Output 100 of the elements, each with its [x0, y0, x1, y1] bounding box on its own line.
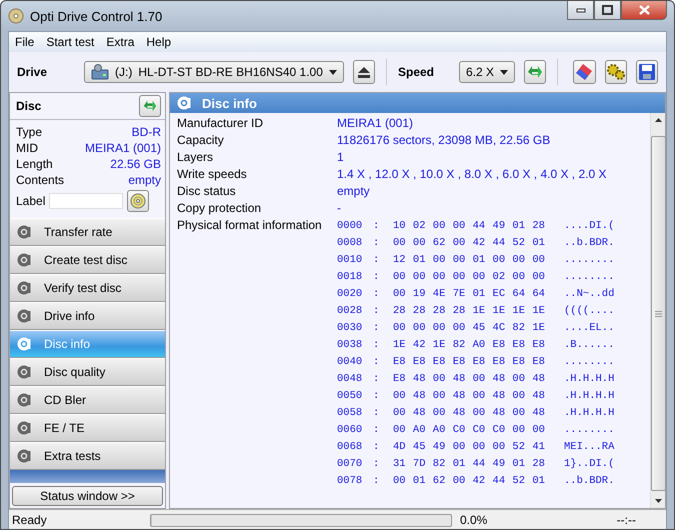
menu-item[interactable]: File	[9, 35, 40, 49]
field-label: Disc status	[177, 183, 237, 200]
hex-bytes: 00 00 00 00 00 02 00 00	[393, 270, 546, 282]
field-label: MID	[16, 141, 38, 155]
disc-icon	[16, 280, 32, 296]
hex-ascii: ........	[564, 270, 614, 282]
hex-ascii: 1}..DI.(	[564, 458, 614, 470]
save-button[interactable]	[636, 60, 658, 84]
hex-offset: 0028	[337, 304, 364, 316]
window-title: Opti Drive Control 1.70	[30, 8, 162, 24]
field-label: Copy protection	[177, 200, 262, 217]
gears-button[interactable]	[604, 60, 627, 84]
nav-button[interactable]: FE / TE	[10, 414, 165, 442]
hex-offset: 0070	[337, 458, 364, 470]
hex-ascii: .H.H.H.H	[564, 390, 614, 402]
disc-icon	[16, 448, 32, 464]
nav-button[interactable]: CD Bler	[10, 386, 165, 414]
hex-separator: :	[373, 372, 380, 384]
disc-icon	[176, 95, 192, 111]
nav-button[interactable]: Transfer rate	[10, 218, 165, 246]
field-label: Physical format information	[177, 217, 323, 234]
minimize-icon	[576, 7, 586, 13]
menu-item[interactable]: Extra	[100, 35, 140, 49]
hex-bytes: 00 48 00 48 00 48 00 48	[393, 390, 546, 402]
hex-offset: 0008	[337, 236, 364, 248]
hex-ascii: .B......	[564, 338, 614, 350]
status-window-button[interactable]: Status window >>	[12, 486, 163, 506]
nav-button[interactable]: Drive info	[10, 302, 165, 330]
disc-icon	[16, 252, 32, 268]
hex-bytes: 12 01 00 00 01 00 00 00	[393, 254, 546, 266]
hex-bytes: 4D 45 49 00 00 00 52 41	[393, 440, 546, 452]
field-value: 22.56 GB	[110, 157, 161, 171]
scrollbar-thumb[interactable]	[650, 136, 666, 491]
nav-button[interactable]: Create test disc	[10, 246, 165, 274]
label-input[interactable]	[49, 193, 124, 209]
refresh-button[interactable]	[139, 95, 161, 117]
hex-separator: :	[373, 254, 380, 266]
field-label: Layers	[177, 149, 214, 166]
eject-button[interactable]	[352, 60, 376, 84]
hex-offset: 0018	[337, 270, 364, 282]
hex-separator: :	[373, 458, 380, 470]
menu-item[interactable]: Start test	[40, 35, 100, 49]
hex-ascii: .H.H.H.H	[564, 406, 614, 418]
hex-bytes: 28 28 28 28 1E 1E 1E 1E	[393, 304, 546, 316]
disc-icon	[16, 364, 32, 380]
hex-separator: :	[373, 406, 380, 418]
hex-offset: 0078	[337, 474, 364, 486]
field-label: Type	[16, 125, 42, 139]
field-label: Manufacturer ID	[177, 115, 264, 132]
disc-button[interactable]	[127, 190, 150, 212]
drive-icon	[91, 64, 110, 80]
disc-icon	[16, 308, 32, 324]
maximize-icon	[602, 5, 613, 15]
gears-icon	[606, 63, 626, 81]
hex-offset: 0048	[337, 372, 364, 384]
disc-icon	[16, 224, 32, 240]
hex-separator: :	[373, 440, 380, 452]
hex-bytes: 00 48 00 48 00 48 00 48	[393, 406, 546, 418]
panel-title: Disc	[16, 99, 42, 113]
field-label: Length	[16, 157, 53, 171]
hex-offset: 0060	[337, 424, 364, 436]
hex-ascii: ..b.BDR.	[564, 474, 614, 486]
hex-bytes: 00 01 62 00 42 44 52 01	[393, 474, 546, 486]
hex-bytes: E8 E8 E8 E8 E8 E8 E8 E8	[393, 356, 546, 368]
eraser-button[interactable]	[573, 60, 596, 84]
field-value: empty	[128, 173, 161, 187]
hex-offset: 0010	[337, 254, 364, 266]
scrollbar[interactable]	[650, 113, 665, 508]
progress-percent: 0.0%	[460, 513, 488, 527]
drive-dropdown[interactable]: (J:) HL-DT-ST BD-RE BH16NS40 1.00	[84, 61, 344, 83]
maximize-button[interactable]	[594, 1, 621, 20]
hex-separator: :	[373, 288, 380, 300]
hex-separator: :	[373, 356, 380, 368]
hex-ascii: ....EL..	[564, 322, 614, 334]
field-label: Label	[16, 194, 46, 208]
hex-separator: :	[373, 474, 380, 486]
close-button[interactable]	[621, 1, 667, 20]
hex-bytes: 00 00 62 00 42 44 52 01	[393, 236, 546, 248]
nav-button[interactable]: Extra tests	[10, 442, 165, 470]
hex-offset: 0000	[337, 220, 364, 232]
disc-icon	[16, 336, 32, 352]
hex-separator: :	[373, 236, 380, 248]
nav-button[interactable]: Verify test disc	[10, 274, 165, 302]
speed-label: Speed	[398, 65, 434, 79]
speed-dropdown[interactable]: 6.2 X	[459, 61, 516, 83]
minimize-button[interactable]	[567, 1, 594, 20]
hex-separator: :	[373, 270, 380, 282]
menu-item[interactable]: Help	[140, 35, 178, 49]
hex-bytes: 00 19 4E 7E 01 EC 64 64	[393, 288, 546, 300]
caret-icon	[500, 70, 508, 74]
time-text: --:--	[616, 513, 637, 527]
nav-button[interactable]: Disc quality	[10, 358, 165, 386]
floppy-icon	[638, 63, 656, 81]
hex-separator: :	[373, 304, 380, 316]
hex-separator: :	[373, 390, 380, 402]
refresh-button[interactable]	[524, 60, 546, 84]
hex-ascii: ........	[564, 424, 614, 436]
refresh-icon	[142, 98, 158, 114]
caret-icon	[328, 70, 337, 74]
disc-icon	[8, 8, 24, 24]
